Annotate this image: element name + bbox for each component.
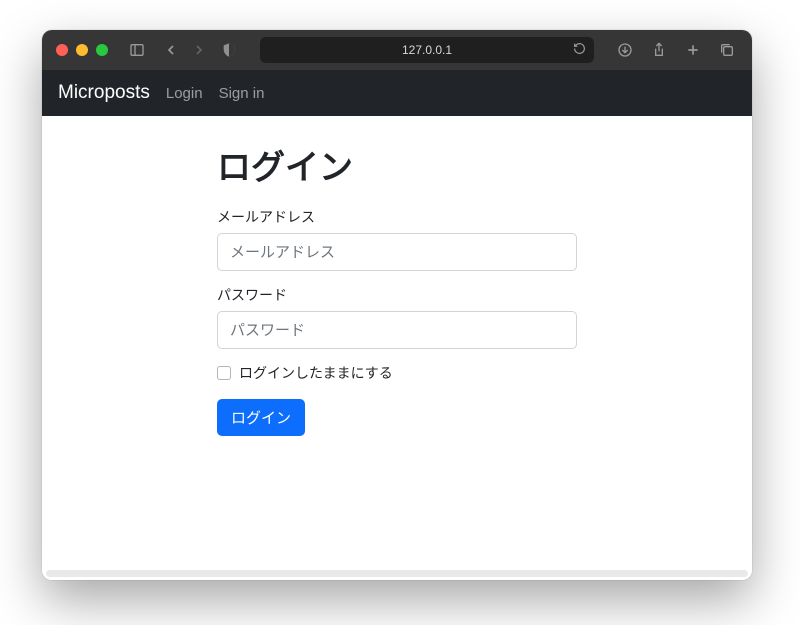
brand-link[interactable]: Microposts	[58, 82, 150, 104]
new-tab-icon[interactable]	[682, 39, 704, 61]
address-text: 127.0.0.1	[402, 43, 452, 57]
horizontal-scrollbar[interactable]	[46, 570, 748, 577]
share-icon[interactable]	[648, 39, 670, 61]
email-field[interactable]	[217, 233, 577, 271]
browser-window: 127.0.0.1 Microposts Login Sign in	[42, 30, 752, 580]
minimize-window-button[interactable]	[76, 44, 88, 56]
browser-toolbar: 127.0.0.1	[42, 30, 752, 70]
nav-link-signin[interactable]: Sign in	[219, 85, 265, 102]
app-navbar: Microposts Login Sign in	[42, 70, 752, 116]
close-window-button[interactable]	[56, 44, 68, 56]
back-button[interactable]	[160, 39, 182, 61]
password-label: パスワード	[217, 285, 577, 305]
email-label: メールアドレス	[217, 207, 577, 227]
page-content: ログイン メールアドレス パスワード ログインしたままにする ログイン	[42, 116, 752, 580]
page-title: ログイン	[217, 140, 577, 189]
forward-button[interactable]	[188, 39, 210, 61]
password-field[interactable]	[217, 311, 577, 349]
shield-icon[interactable]	[218, 39, 240, 61]
nav-link-login[interactable]: Login	[166, 85, 203, 102]
reload-icon[interactable]	[573, 42, 586, 58]
sidebar-toggle-icon[interactable]	[126, 39, 148, 61]
login-button[interactable]: ログイン	[217, 399, 305, 436]
maximize-window-button[interactable]	[96, 44, 108, 56]
address-bar[interactable]: 127.0.0.1	[260, 37, 594, 63]
download-icon[interactable]	[614, 39, 636, 61]
remember-label: ログインしたままにする	[239, 363, 393, 383]
tabs-overview-icon[interactable]	[716, 39, 738, 61]
remember-checkbox[interactable]	[217, 366, 231, 380]
window-controls	[56, 44, 108, 56]
